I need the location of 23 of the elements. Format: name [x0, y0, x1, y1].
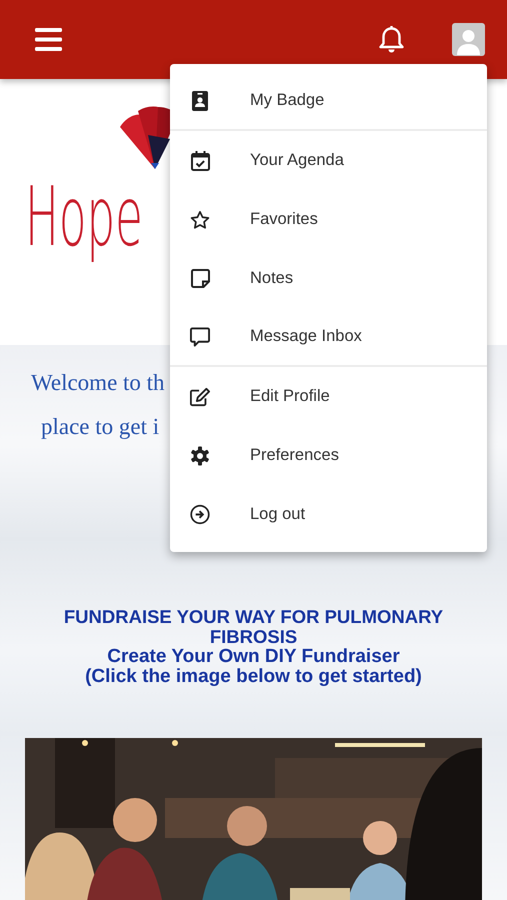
- menu-item[interactable]: Preferences: [170, 426, 487, 485]
- note-icon: [190, 269, 210, 288]
- menu-button[interactable]: [35, 28, 62, 51]
- menu-item[interactable]: Your Agenda: [170, 131, 487, 190]
- notification-button[interactable]: [378, 26, 405, 54]
- chat-bubble-icon: [190, 326, 210, 346]
- menu-item[interactable]: Favorites: [170, 190, 487, 249]
- calendar-check-icon: [190, 150, 210, 170]
- badge-icon: [192, 90, 208, 110]
- menu-item[interactable]: Log out: [170, 485, 487, 544]
- star-icon: [190, 210, 210, 230]
- promo-subline: (Click the image below to get started): [84, 667, 423, 687]
- settings-icon: [190, 446, 210, 466]
- menu-item[interactable]: Notes: [170, 249, 487, 308]
- promo-subline: Create Your Own DIY Fundraiser: [106, 647, 401, 667]
- welcome-text: Welcome to th: [31, 370, 165, 395]
- arrow-circle-icon: [190, 504, 210, 525]
- menu-item[interactable]: My Badge: [170, 72, 487, 131]
- menu-item[interactable]: Message Inbox: [170, 308, 487, 367]
- welcome-text: place to get i: [41, 414, 160, 439]
- promo-headline: FUNDRAISE YOUR WAY FOR PULMONARY FIBROSIS: [62, 607, 444, 647]
- edit-icon: [190, 386, 210, 406]
- menu-item[interactable]: Edit Profile: [170, 367, 487, 426]
